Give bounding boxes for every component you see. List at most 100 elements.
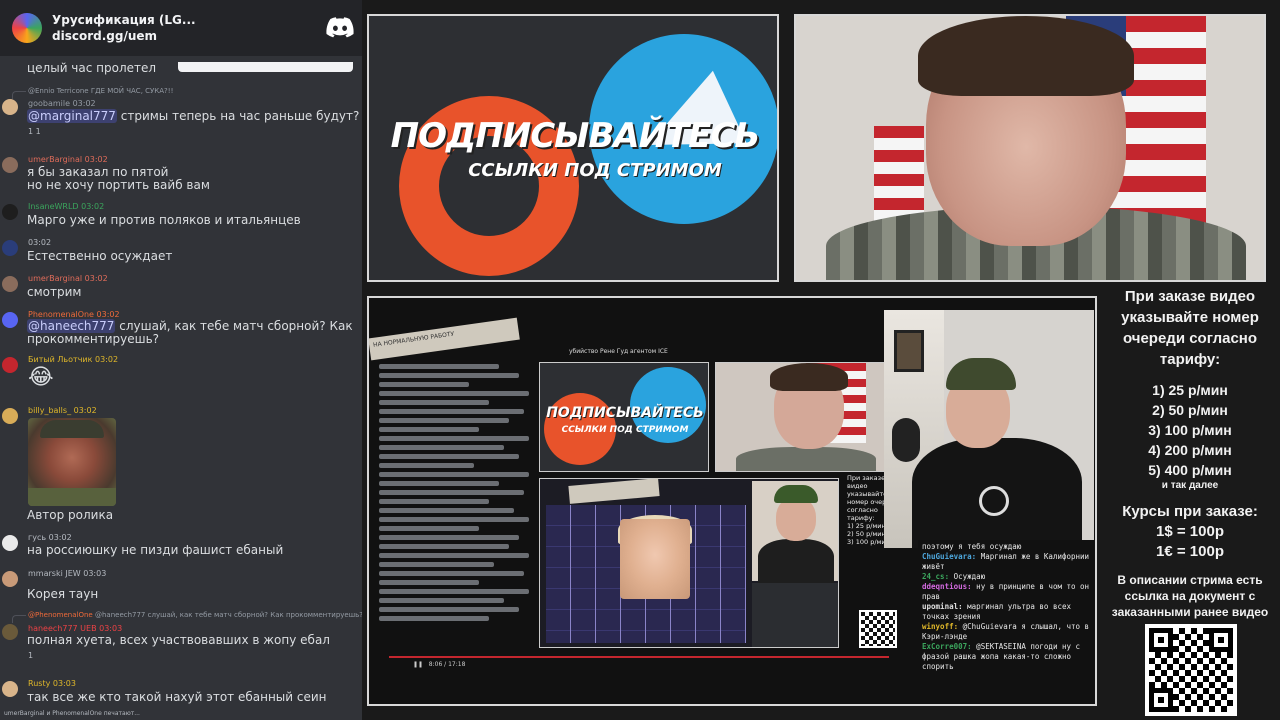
nested-promo-subtitle: ССЫЛКИ ПОД СТРИМОМ xyxy=(561,425,689,435)
timestamp: 03:02 xyxy=(28,238,52,247)
nested-webcam xyxy=(715,362,891,472)
avatar[interactable] xyxy=(2,681,18,697)
username-text[interactable]: umerBarginal xyxy=(28,155,82,164)
avatar[interactable] xyxy=(2,535,18,551)
tariff-item: 2) 50 р/мин xyxy=(1152,402,1228,418)
discord-logo-icon xyxy=(326,17,354,39)
username[interactable]: гусь 03:02 xyxy=(28,533,72,542)
username-text[interactable]: goobamile xyxy=(28,99,70,108)
mention[interactable]: @marginal777 xyxy=(27,109,117,123)
username-text[interactable]: umerBarginal xyxy=(28,274,82,283)
nested-qr-code xyxy=(859,610,897,648)
reply-preview[interactable]: @PhenomenalOne @haneech777 слушай, как т… xyxy=(28,611,362,619)
username-text[interactable]: гусь xyxy=(28,533,46,542)
chat-line xyxy=(379,508,514,513)
username-text[interactable]: mmarski xyxy=(28,569,63,578)
username[interactable]: haneech777 UEB 03:03 xyxy=(28,624,122,633)
video-controls[interactable]: ❚❚ 8:06 / 17:18 xyxy=(389,656,889,670)
server-icon[interactable] xyxy=(12,13,42,43)
message-text: полная хуета, всех участвовавших в жопу … xyxy=(27,633,330,647)
tariff-etc: и так далее xyxy=(1161,480,1219,491)
overlay-nick: upominal: xyxy=(922,602,963,611)
chat-line xyxy=(379,472,529,477)
reply-user[interactable]: @Ennio Terricone xyxy=(28,87,89,95)
chat-line xyxy=(379,481,499,486)
tariff-item: 4) 200 р/мин xyxy=(1148,442,1232,458)
play-pause-icon[interactable]: ❚❚ xyxy=(413,661,423,668)
user-badge: UEB xyxy=(80,624,97,633)
username[interactable]: mmarski JEW 03:03 xyxy=(28,569,106,578)
nested-promo: ПОДПИСЫВАЙТЕСЬ ССЫЛКИ ПОД СТРИМОМ xyxy=(539,362,709,472)
username[interactable]: umerBarginal 03:02 xyxy=(28,274,108,283)
chat-line xyxy=(379,373,519,378)
avatar[interactable] xyxy=(2,204,18,220)
username[interactable]: goobamile 03:02 xyxy=(28,99,96,108)
avatar[interactable] xyxy=(2,312,18,328)
timestamp: 03:02 xyxy=(96,310,120,319)
reply-connector xyxy=(12,615,26,623)
overlay-message: ExCorre007: @SEKTASEINA погоди ну с фраз… xyxy=(922,642,1090,672)
avatar[interactable] xyxy=(2,276,18,292)
avatar[interactable] xyxy=(2,571,18,587)
overlay-message: ChuGuievara: Маргинал же в Калифорнии жи… xyxy=(922,552,1090,572)
avatar[interactable] xyxy=(2,157,18,173)
avatar[interactable] xyxy=(2,624,18,640)
message-text: целый час пролетел xyxy=(27,61,157,75)
avatar[interactable] xyxy=(2,408,18,424)
username-text[interactable]: haneech777 xyxy=(28,624,78,633)
webcam-guest xyxy=(884,310,1094,548)
avatar[interactable] xyxy=(2,240,18,256)
username[interactable]: PhenomenalOne 03:02 xyxy=(28,310,120,319)
exchange-rates: Курсы при заказе: 1$ = 100р 1€ = 100р xyxy=(1100,502,1280,562)
attached-image[interactable] xyxy=(28,418,116,506)
message-text: но не хочу портить вайб вам xyxy=(27,178,210,192)
message-text: Автор ролика xyxy=(27,508,114,522)
discord-chat-panel: Урусификация (LG... discord.gg/uem целый… xyxy=(0,0,362,720)
chat-line xyxy=(379,445,504,450)
overlay-message: поэтому я тебя осуждаю xyxy=(922,542,1090,552)
username-text[interactable]: InsaneWRLD xyxy=(28,202,79,211)
reply-preview[interactable]: @Ennio Terricone ГДЕ МОЙ ЧАС, СУКА?!! xyxy=(28,87,173,95)
overlay-message: 24_cs: Осуждаю xyxy=(922,572,1090,582)
chat-line xyxy=(379,463,474,468)
mention[interactable]: @haneech777 xyxy=(27,319,116,333)
message-text: Естественно осуждает xyxy=(27,249,173,263)
username-text[interactable]: Rusty xyxy=(28,679,50,688)
username[interactable]: Rusty 03:03 xyxy=(28,679,76,688)
image-shirt xyxy=(28,488,116,506)
nested-chat xyxy=(379,360,539,650)
message-text: @marginal777 стримы теперь на час раньше… xyxy=(27,109,359,123)
avatar[interactable] xyxy=(2,99,18,115)
reactions[interactable]: 1 xyxy=(28,651,33,660)
qr-finder xyxy=(1209,628,1233,652)
username-text[interactable]: PhenomenalOne xyxy=(28,310,94,319)
username-text[interactable]: billy_balls_ xyxy=(28,406,71,415)
username[interactable]: umerBarginal 03:02 xyxy=(28,155,108,164)
username[interactable]: billy_balls_ 03:02 xyxy=(28,406,97,415)
reply-user[interactable]: @PhenomenalOne xyxy=(28,611,93,619)
avatar[interactable] xyxy=(2,357,18,373)
qr-code xyxy=(1145,624,1237,716)
timestamp: 03:03 xyxy=(52,679,76,688)
chat-line xyxy=(379,535,519,540)
username[interactable]: 03:02 xyxy=(28,238,51,247)
tape-label: НА НОРМАЛЬНУЮ РАБОТУ xyxy=(369,317,520,361)
chat-line xyxy=(379,580,479,585)
promo-title: ПОДПИСЫВАЙТЕСЬ xyxy=(390,116,761,156)
tariff-item: 3) 100 р/мин xyxy=(1148,422,1232,438)
username[interactable]: InsaneWRLD 03:02 xyxy=(28,202,104,211)
emoji: 😂 xyxy=(28,365,54,390)
chat-line xyxy=(379,562,494,567)
image-cap xyxy=(40,420,104,438)
stream-chat-overlay: поэтому я тебя осуждаю ChuGuievara: Марг… xyxy=(918,540,1094,702)
server-header[interactable]: Урусификация (LG... discord.gg/uem xyxy=(0,0,362,56)
input-bar xyxy=(178,62,353,72)
username-text[interactable]: Битый Льотчик xyxy=(28,355,92,364)
reactions[interactable]: 1 1 xyxy=(28,127,41,136)
nested-hair xyxy=(770,363,848,391)
reply-text: @haneech777 слушай, как тебе матч сборно… xyxy=(94,611,362,619)
username[interactable]: Битый Льотчик 03:02 xyxy=(28,355,118,364)
timestamp: 03:03 xyxy=(83,569,107,578)
server-invite[interactable]: discord.gg/uem xyxy=(52,28,326,44)
timestamp: 03:02 xyxy=(81,202,105,211)
